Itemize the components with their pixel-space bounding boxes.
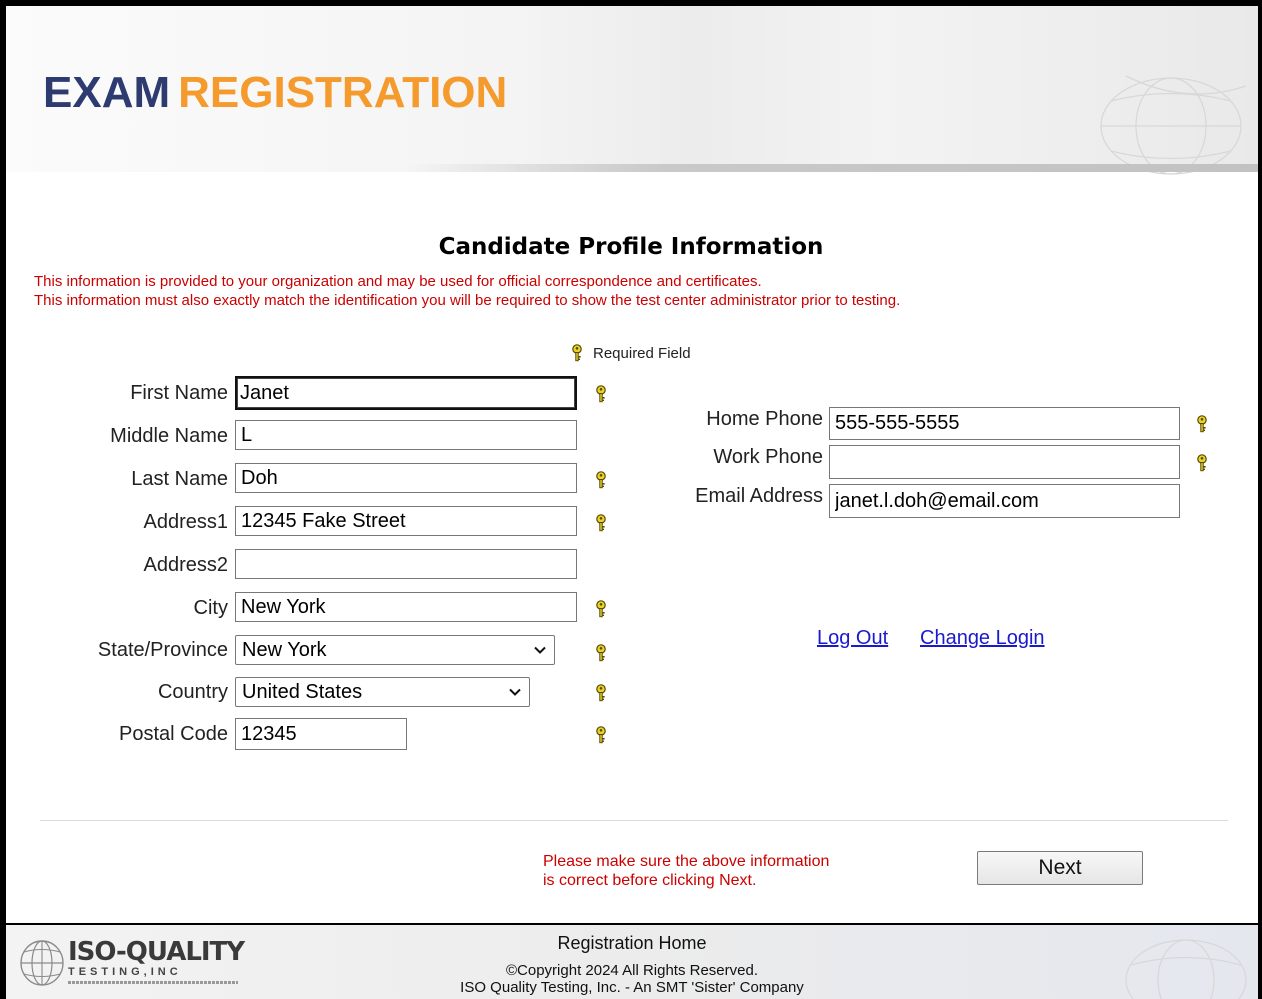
first-name-input[interactable]: [235, 376, 577, 410]
required-field-text: Required Field: [593, 345, 691, 362]
chevron-down-icon: [509, 688, 521, 696]
work-phone-required-key-icon: [1196, 454, 1208, 472]
copyright-text: ©Copyright 2024 All Rights Reserved.: [505, 962, 758, 979]
last-name-required-key-icon: [595, 471, 607, 489]
postal-code-input[interactable]: [235, 718, 407, 750]
address1-label: Address1: [143, 511, 229, 533]
city-input[interactable]: [235, 592, 577, 622]
country-required-key-icon: [595, 684, 607, 702]
city-label: City: [193, 597, 228, 619]
email-label: Email Address: [695, 485, 823, 507]
globe-watermark-icon: [1100, 75, 1247, 175]
address1-input[interactable]: [235, 506, 577, 536]
info-notice-line1: This information is provided to your org…: [34, 273, 762, 290]
state-select[interactable]: New York: [235, 635, 555, 665]
work-phone-label: Work Phone: [713, 446, 823, 468]
last-name-label: Last Name: [131, 468, 228, 490]
postal-code-label: Postal Code: [119, 723, 228, 745]
home-phone-input[interactable]: [829, 407, 1180, 440]
globe-watermark-icon: [1125, 939, 1247, 999]
footer-copyright: ©Copyright 2024 All Rights Reserved. ISO…: [6, 962, 1258, 996]
middle-name-label: Middle Name: [110, 425, 228, 447]
logout-link[interactable]: Log Out: [817, 627, 888, 650]
email-input[interactable]: [829, 484, 1180, 518]
address2-input[interactable]: [235, 549, 577, 579]
required-field-legend: Required Field: [571, 340, 691, 362]
last-name-input[interactable]: [235, 463, 577, 493]
form-divider: [40, 820, 1228, 821]
registration-home-link[interactable]: Registration Home: [6, 933, 1258, 954]
home-phone-label: Home Phone: [706, 408, 823, 430]
header-banner: EXAM REGISTRATION: [6, 6, 1258, 175]
state-label: State/Province: [97, 639, 228, 661]
profile-heading: Candidate Profile Information: [438, 234, 824, 260]
country-select[interactable]: United States: [235, 677, 530, 707]
state-required-key-icon: [595, 644, 607, 662]
footer: ISO-QUALITY TESTING,INC Registration Hom…: [6, 923, 1258, 999]
title-registration: REGISTRATION: [178, 68, 508, 117]
key-icon: [571, 344, 583, 362]
company-text: ISO Quality Testing, Inc. - An SMT 'Sist…: [460, 979, 804, 996]
work-phone-input[interactable]: [829, 445, 1180, 479]
country-label: Country: [157, 681, 228, 703]
middle-name-input[interactable]: [235, 420, 577, 450]
title-exam: EXAM: [43, 68, 171, 117]
address1-required-key-icon: [595, 514, 607, 532]
first-name-label: First Name: [130, 382, 228, 404]
home-phone-required-key-icon: [1196, 415, 1208, 433]
confirm-notice-line1: Please make sure the above information: [543, 853, 830, 870]
chevron-down-icon: [534, 646, 546, 654]
postal-code-required-key-icon: [595, 726, 607, 744]
change-login-link[interactable]: Change Login: [920, 627, 1045, 650]
info-notice-line2: This information must also exactly match…: [34, 292, 901, 309]
country-selected-value: United States: [242, 680, 363, 703]
confirm-notice: Please make sure the above information i…: [543, 852, 829, 890]
next-button[interactable]: Next: [977, 851, 1143, 885]
city-required-key-icon: [595, 600, 607, 618]
confirm-notice-line2: is correct before clicking Next.: [543, 872, 757, 889]
header-divider: [406, 164, 1258, 172]
page-title: EXAM REGISTRATION: [43, 68, 507, 118]
page-frame: EXAM REGISTRATION Candidate Profile Infor…: [6, 6, 1258, 999]
first-name-required-key-icon: [595, 385, 607, 403]
address2-label: Address2: [143, 554, 229, 576]
state-selected-value: New York: [242, 638, 327, 661]
